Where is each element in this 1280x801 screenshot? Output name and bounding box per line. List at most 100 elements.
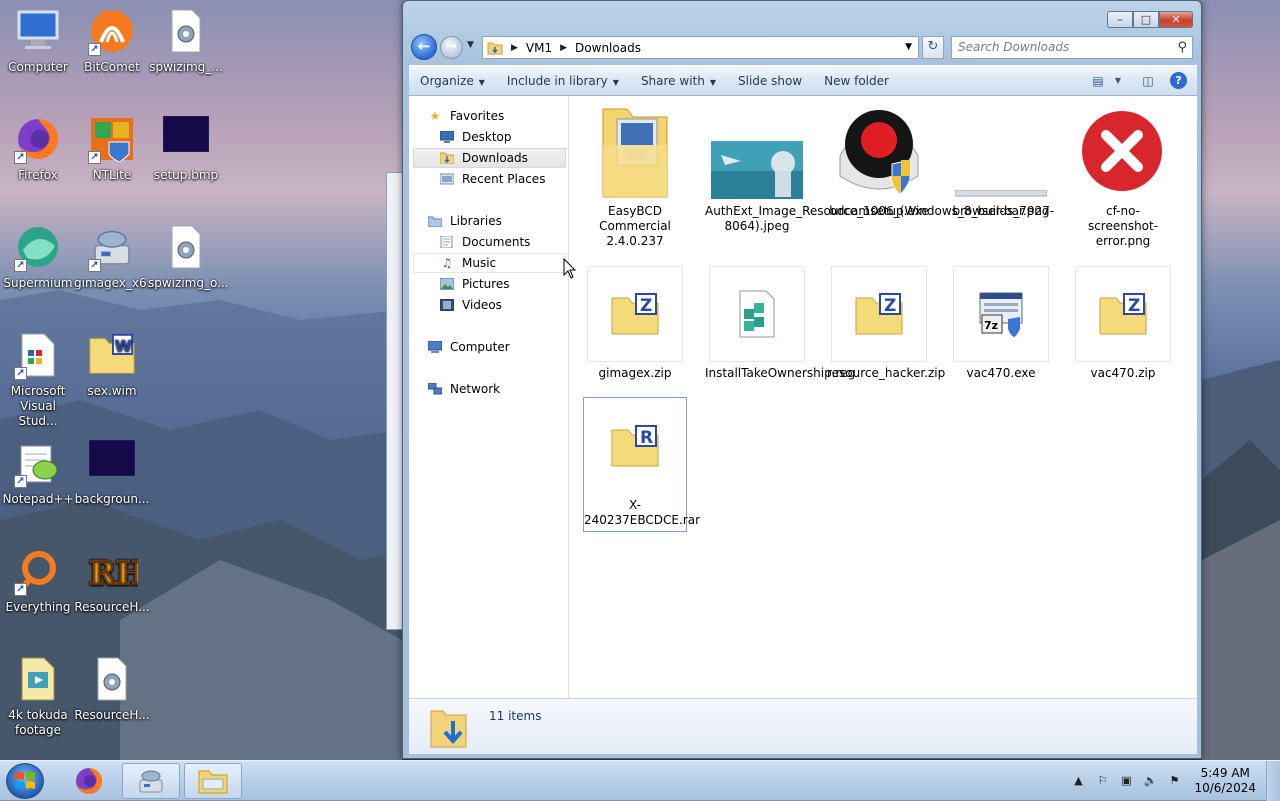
minimize-button[interactable]: – [1107, 11, 1133, 28]
desktop-icon-label: gimagex_x6... [74, 276, 159, 290]
desktop-icon-item[interactable]: Wsex.wim [74, 332, 150, 399]
file-item-vac470-exe[interactable]: 7z vac470.exe [949, 266, 1053, 381]
clock[interactable]: 5:49 AM 10/6/2024 [1194, 766, 1256, 796]
mouse-cursor-icon [563, 258, 577, 279]
recent-pages-dropdown[interactable]: ▼ [467, 40, 474, 50]
maximize-button[interactable]: □ [1133, 11, 1159, 28]
file-item-resource-hacker-zip[interactable]: Z resource_hacker.zip [827, 266, 946, 381]
nav-favorites-label: Favorites [450, 109, 505, 123]
desktop-icon-item[interactable]: 4k tokuda footage [0, 656, 76, 738]
caption-buttons: – □ ✕ [1107, 11, 1193, 28]
explorer-window[interactable]: – □ ✕ ← → ▼ ▶ VM1 ▶ Downloads ▼ ↻ Search… [402, 0, 1202, 759]
file-item-vac470-zip[interactable]: Z vac470.zip [1071, 266, 1175, 381]
desktop-icon-item[interactable]: spwizimg_o... [148, 224, 229, 291]
refresh-button[interactable]: ↻ [922, 36, 944, 59]
computer-icon [14, 8, 62, 56]
desktop-icon-item[interactable]: ↗ Firefox [0, 116, 76, 183]
show-hidden-icons-chevron-icon[interactable]: ▲ [1070, 773, 1086, 789]
file-item-easybcd-folder[interactable]: EasyBCD Commercial 2.4.0.237 [583, 104, 687, 249]
share-with-button[interactable]: Share with ▼ [630, 74, 727, 88]
recent-places-icon [439, 171, 455, 187]
search-input[interactable]: Search Downloads ⚲ [951, 36, 1193, 59]
desktop-icon-item[interactable]: backgroun... [74, 439, 150, 507]
taskbar-gimagex[interactable] [122, 763, 180, 799]
shortcut-arrow-icon: ↗ [14, 475, 27, 488]
show-desktop-button[interactable] [1266, 761, 1280, 801]
view-controls: ▤ ▼ ◫ ? [1090, 72, 1187, 89]
chevron-down-icon: ▼ [478, 77, 485, 87]
breadcrumb-current[interactable]: Downloads [575, 41, 641, 55]
downloads-folder-icon [439, 150, 455, 166]
back-button[interactable]: ← [411, 34, 437, 60]
include-in-library-button[interactable]: Include in library ▼ [496, 74, 630, 88]
desktop-icon-item[interactable]: ↗ BitComet [74, 8, 150, 75]
file-item-bdcamsetup-exe[interactable]: bdcamsetup.exe [827, 104, 931, 219]
file-name: resource_hacker.zip [827, 366, 946, 380]
desktop-icon-item[interactable]: ↗ Everything [0, 548, 76, 615]
nav-videos-label: Videos [462, 298, 502, 312]
desktop-icon-item[interactable]: ResourceH... [74, 656, 150, 723]
nav-documents[interactable]: Documents [439, 232, 530, 252]
chevron-down-icon: ▼ [612, 77, 619, 87]
taskbar-explorer[interactable] [184, 763, 242, 799]
close-button[interactable]: ✕ [1159, 11, 1193, 28]
file-item-authext-jpeg[interactable]: AuthExt_Image_Resource_1006_(Windows_8_b… [705, 104, 1054, 234]
view-options-chevron-icon[interactable]: ▼ [1110, 73, 1126, 89]
start-button[interactable] [6, 763, 44, 799]
desktop-icon-label: sex.wim [87, 384, 137, 398]
nav-documents-label: Documents [462, 235, 531, 249]
nav-favorites[interactable]: ★ Favorites [427, 106, 505, 126]
desktop-icon-label: Supermium [3, 276, 73, 290]
nav-downloads[interactable]: Downloads [413, 148, 566, 168]
zip-archive-icon: Z [587, 266, 683, 362]
desktop-icon-item[interactable]: ↗ Supermium [0, 224, 76, 291]
help-icon[interactable]: ? [1170, 72, 1187, 89]
desktop-icon-item[interactable]: Computer [0, 8, 76, 75]
preview-pane-icon[interactable]: ◫ [1140, 73, 1156, 89]
settings-file-icon [88, 656, 136, 704]
nav-network[interactable]: Network [427, 379, 500, 399]
breadcrumb-root[interactable]: VM1 [526, 41, 552, 55]
nav-computer[interactable]: Computer [427, 337, 510, 357]
nav-music[interactable]: ♫ Music [413, 253, 566, 273]
nav-desktop[interactable]: Desktop [439, 127, 512, 147]
desktop-icon-item[interactable]: ↗ Notepad++ [0, 440, 76, 507]
file-item-gimagex-zip[interactable]: Z gimagex.zip [583, 266, 687, 381]
new-folder-label: New folder [824, 73, 889, 88]
address-bar[interactable]: ▶ VM1 ▶ Downloads ▼ [482, 36, 919, 59]
shortcut-arrow-icon: ↗ [14, 583, 27, 596]
slide-show-button[interactable]: Slide show [727, 74, 813, 88]
breadcrumb-separator[interactable]: ▶ [511, 43, 518, 53]
file-item-browser-bar-png[interactable]: browser-bar.png [949, 104, 1053, 219]
address-dropdown-icon[interactable]: ▼ [905, 42, 912, 52]
breadcrumb-separator[interactable]: ▶ [560, 43, 567, 53]
nav-videos[interactable]: Videos [439, 295, 502, 315]
bandicam-installer-icon [831, 104, 927, 200]
organize-button[interactable]: Organize ▼ [409, 74, 496, 88]
file-item-x-rar[interactable]: R X-240237EBCDCE.rar [583, 397, 700, 532]
desktop-icon-item[interactable]: RH ResourceH... [74, 548, 150, 615]
nav-libraries[interactable]: Libraries [427, 211, 502, 231]
bitmap-icon [162, 115, 210, 164]
file-item-install-takeownership-reg[interactable]: InstallTakeOwnership.reg [705, 266, 855, 381]
downloads-folder-icon [430, 710, 467, 748]
change-view-icon[interactable]: ▤ [1090, 73, 1106, 89]
taskbar-firefox[interactable] [60, 763, 118, 799]
windows-logo-icon [15, 772, 35, 789]
desktop-icon-item[interactable]: ↗ gimagex_x6... [74, 224, 159, 291]
search-icon[interactable]: ⚲ [1177, 37, 1187, 58]
desktop-icon-item[interactable]: setup.bmp [148, 115, 224, 183]
new-folder-button[interactable]: New folder [813, 74, 900, 88]
desktop-icon-item[interactable]: ↗ NTLite [74, 116, 150, 183]
volume-icon[interactable]: 🔈 [1142, 773, 1158, 789]
desktop-icon-label: Microsoft Visual Stud... [10, 384, 66, 428]
nav-pictures[interactable]: Pictures [439, 274, 510, 294]
action-center-icon[interactable]: ⚐ [1094, 773, 1110, 789]
forward-button[interactable]: → [440, 36, 463, 59]
network-status-icon[interactable]: ▣ [1118, 773, 1134, 789]
desktop-icon-item[interactable]: ↗ Microsoft Visual Stud... [0, 332, 76, 429]
flag-icon[interactable]: ⚑ [1166, 773, 1182, 789]
nav-recent-places[interactable]: Recent Places [439, 169, 545, 189]
desktop-icon-item[interactable]: spwizimg_... [148, 8, 224, 75]
file-item-cf-error-png[interactable]: cf-no-screenshot-error.png [1071, 104, 1175, 249]
